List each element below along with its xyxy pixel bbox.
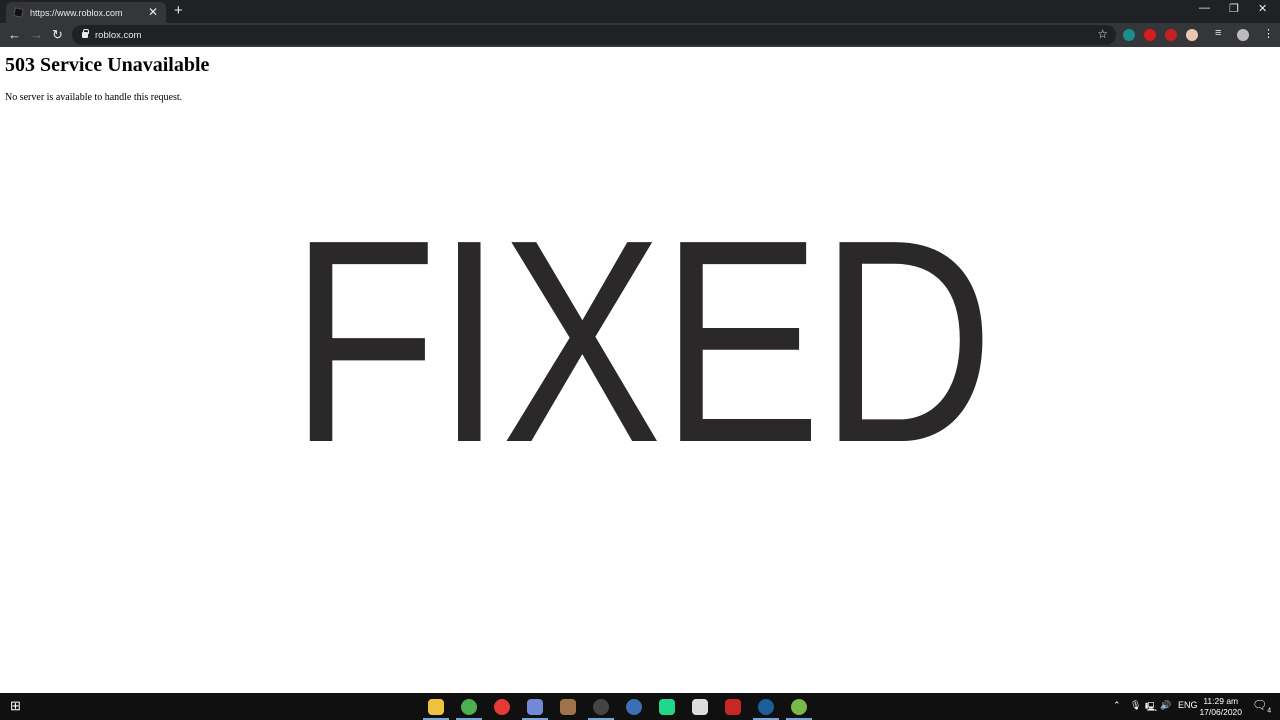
error-message: No server is available to handle this re… [5,92,183,103]
page-content: 503 Service Unavailable No server is ava… [0,47,1280,693]
page-title: 503 Service Unavailable [5,54,210,76]
utorrent-icon[interactable] [791,699,807,715]
tab-title: https://www.roblox.com [30,7,123,18]
garena-icon[interactable] [725,699,741,715]
game-icon[interactable] [560,699,576,715]
time: 11:29 am [1203,696,1239,706]
menu-icon[interactable]: ⋮ [1263,27,1274,40]
windows-start-icon[interactable]: ⊞ [10,698,21,714]
close-window-button[interactable]: ✕ [1258,2,1267,15]
unity-icon[interactable] [692,699,708,715]
notification-count: 4 [1267,707,1272,715]
steam-icon[interactable] [758,699,774,715]
file-explorer-icon[interactable] [428,699,444,715]
extension-icon[interactable] [1165,29,1177,41]
taskbar: ⊞ ⌃ 🎙 🖳 🔊 ENG 11:29 am 17/06/2020 🗨4 [0,693,1280,720]
clock[interactable]: 11:29 am 17/06/2020 [1199,696,1242,718]
extension-icon[interactable] [1123,29,1135,41]
address-bar[interactable]: roblox.com ☆ [72,25,1116,45]
roblox-favicon-icon [13,7,24,18]
microphone-icon[interactable]: 🎙 [1130,700,1141,711]
minimize-button[interactable]: — [1199,2,1210,14]
media-control-icon[interactable]: ≡ [1215,27,1221,39]
address-text: roblox.com [95,29,142,41]
youtube-music-icon[interactable] [494,699,510,715]
volume-icon[interactable]: 🔊 [1160,700,1171,711]
extension-icon[interactable] [1144,29,1156,41]
extension-icon[interactable] [1186,29,1198,41]
profile-avatar[interactable] [1237,29,1249,41]
obs-icon[interactable] [593,699,609,715]
network-icon[interactable]: 🖳 [1145,700,1157,716]
tray-chevron-icon[interactable]: ⌃ [1113,700,1121,711]
back-button[interactable]: ← [8,27,21,42]
close-tab-icon[interactable]: ✕ [148,5,158,19]
lock-icon [82,29,89,38]
pycharm-icon[interactable] [659,699,675,715]
date: 17/06/2020 [1199,707,1242,717]
bookmark-star-icon[interactable]: ☆ [1097,27,1108,41]
new-tab-button[interactable]: + [174,2,183,19]
reload-button[interactable]: ↻ [52,27,63,43]
browser-toolbar: ← → ↻ roblox.com ☆ ≡ ⋮ [0,23,1280,47]
notification-icon[interactable]: 🗨4 [1252,698,1271,714]
tab-strip: https://www.roblox.com ✕ + — ❐ ✕ [0,0,1280,23]
forward-button[interactable]: → [30,27,43,42]
restore-button[interactable]: ❐ [1229,2,1239,15]
fixed-overlay-text: FIXED [290,180,994,503]
davinci-resolve-icon[interactable] [626,699,642,715]
discord-icon[interactable] [527,699,543,715]
browser-tab[interactable]: https://www.roblox.com ✕ [6,2,166,23]
language-indicator[interactable]: ENG [1178,700,1198,710]
chrome-icon[interactable] [461,699,477,715]
